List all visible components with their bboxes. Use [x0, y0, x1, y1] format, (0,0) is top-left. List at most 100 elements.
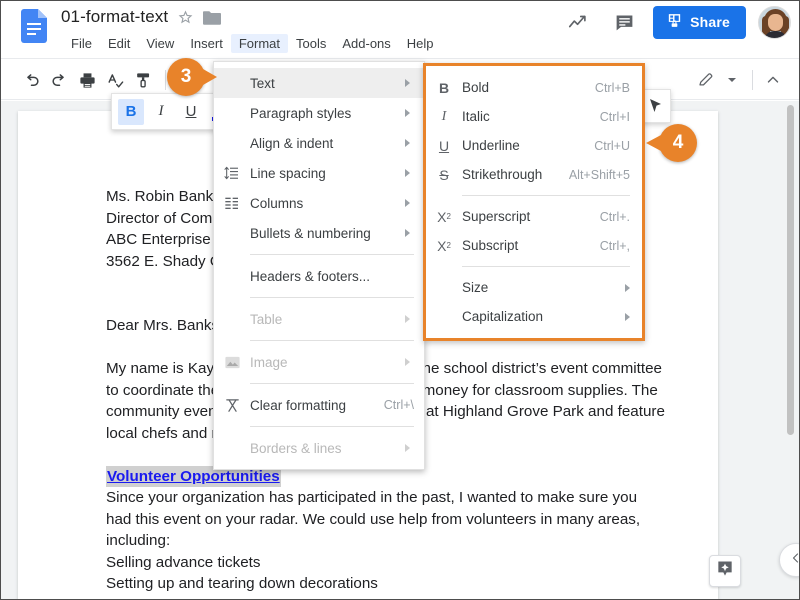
toolbar-divider-2 — [752, 70, 753, 90]
submenu-item-label: Subscript — [462, 238, 519, 253]
chevron-right-icon — [405, 229, 410, 237]
bold-button[interactable]: B — [118, 98, 144, 125]
chevron-right-icon — [405, 169, 410, 177]
submenu-item-label: Size — [462, 280, 489, 295]
submenu-item-capitalization[interactable]: Capitalization — [426, 302, 642, 331]
menu-format[interactable]: Format — [230, 34, 288, 53]
menu-item-label: Line spacing — [250, 165, 326, 181]
chevron-right-icon — [405, 444, 410, 452]
format-dropdown-menu: Text Paragraph styles Align & indent Lin… — [213, 61, 425, 470]
submenu-item-shortcut: Alt+Shift+5 — [568, 167, 630, 182]
menu-add-ons[interactable]: Add-ons — [334, 34, 398, 53]
google-docs-window: 01-format-text File Edit View Insert For… — [0, 0, 800, 600]
folder-icon[interactable] — [203, 10, 222, 25]
submenu-item-italic[interactable]: I Italic Ctrl+I — [426, 102, 642, 131]
menu-item-headers-footers[interactable]: Headers & footers... — [214, 261, 424, 291]
editing-mode-dropdown[interactable] — [720, 68, 744, 92]
submenu-item-label: Italic — [462, 109, 490, 124]
explore-diamond-icon — [715, 559, 735, 584]
menu-edit[interactable]: Edit — [100, 34, 138, 53]
menu-item-label: Paragraph styles — [250, 105, 352, 121]
submenu-item-bold[interactable]: B Bold Ctrl+B — [426, 73, 642, 102]
menu-item-label: Table — [250, 311, 283, 327]
menu-item-label: Columns — [250, 195, 304, 211]
chevron-right-icon — [405, 139, 410, 147]
doc-line: had this event on your radar. We could u… — [106, 510, 641, 528]
menu-item-label: Text — [250, 75, 275, 91]
doc-line: including: — [106, 532, 171, 549]
submenu-item-shortcut: Ctrl+B — [594, 80, 630, 95]
italic-icon: I — [441, 108, 447, 124]
menu-item-image: Image — [214, 347, 424, 377]
underline-icon: U — [438, 137, 450, 154]
submenu-item-label: Capitalization — [462, 309, 544, 324]
menu-divider — [250, 383, 414, 384]
submenu-item-shortcut: Ctrl+I — [599, 109, 630, 124]
paint-format-button[interactable] — [131, 68, 155, 92]
menu-item-text[interactable]: Text — [214, 68, 424, 98]
doc-line: Directing traffic — [106, 595, 696, 600]
submenu-item-superscript[interactable]: X2 Superscript Ctrl+. — [426, 202, 642, 231]
menu-divider — [250, 254, 414, 255]
side-panel-toggle[interactable] — [779, 543, 799, 577]
italic-button[interactable]: I — [148, 99, 174, 125]
image-icon — [214, 354, 250, 371]
submenu-item-label: Superscript — [462, 209, 531, 224]
submenu-item-label: Underline — [462, 138, 520, 153]
toolbar-left-group — [19, 68, 172, 92]
menu-item-align-indent[interactable]: Align & indent — [214, 128, 424, 158]
scrollbar-thumb[interactable] — [787, 105, 794, 435]
chevron-right-icon — [625, 283, 630, 292]
comment-icon[interactable] — [607, 5, 641, 39]
underline-button[interactable]: U — [178, 99, 204, 125]
menu-item-label: Clear formatting — [250, 397, 347, 413]
share-button-label: Share — [690, 14, 730, 30]
header-actions: Share — [561, 5, 791, 39]
menu-item-label: Borders & lines — [250, 440, 342, 456]
callout-number: 4 — [672, 132, 684, 153]
text-submenu: B Bold Ctrl+B I Italic Ctrl+I U Underlin… — [423, 63, 645, 341]
menu-item-line-spacing[interactable]: Line spacing — [214, 158, 424, 188]
submenu-item-label: Strikethrough — [462, 167, 543, 182]
callout-tail — [203, 69, 217, 85]
editing-mode-button[interactable] — [694, 68, 718, 92]
menu-divider — [250, 340, 414, 341]
menu-item-columns[interactable]: Columns — [214, 188, 424, 218]
submenu-divider — [462, 266, 630, 267]
redo-button[interactable] — [47, 68, 71, 92]
menu-divider — [250, 426, 414, 427]
chevron-right-icon — [405, 358, 410, 366]
title-row: 01-format-text — [61, 7, 222, 27]
menu-help[interactable]: Help — [399, 34, 442, 53]
menu-view[interactable]: View — [138, 34, 182, 53]
menu-file[interactable]: File — [63, 34, 100, 53]
menu-tools[interactable]: Tools — [288, 34, 334, 53]
bold-icon: B — [438, 79, 450, 96]
menu-insert[interactable]: Insert — [182, 34, 231, 53]
star-outline-icon[interactable] — [177, 9, 194, 26]
spelling-check-button[interactable] — [103, 68, 127, 92]
submenu-item-size[interactable]: Size — [426, 273, 642, 302]
menu-item-clear-formatting[interactable]: Clear formatting Ctrl+\ — [214, 390, 424, 420]
submenu-item-subscript[interactable]: X2 Subscript Ctrl+, — [426, 231, 642, 260]
avatar[interactable] — [758, 5, 791, 39]
menu-item-paragraph-styles[interactable]: Paragraph styles — [214, 98, 424, 128]
submenu-item-underline[interactable]: U Underline Ctrl+U — [426, 131, 642, 160]
vertical-scrollbar[interactable] — [785, 101, 797, 599]
share-button[interactable]: Share — [653, 5, 746, 39]
cursor-indicator-box — [641, 89, 671, 123]
callout-tail — [646, 135, 661, 151]
hide-menus-button[interactable] — [761, 68, 785, 92]
callout-marker-3: 3 — [167, 58, 217, 96]
google-docs-logo[interactable] — [21, 9, 47, 43]
menu-item-bullets-numbering[interactable]: Bullets & numbering — [214, 218, 424, 248]
doc-line: Selling advance tickets — [106, 553, 261, 571]
explore-button[interactable] — [709, 555, 741, 587]
document-title[interactable]: 01-format-text — [61, 7, 168, 27]
print-button[interactable] — [75, 68, 99, 92]
undo-button[interactable] — [19, 68, 43, 92]
doc-line: Setting up and tearing down decorations — [106, 575, 378, 592]
trending-up-icon[interactable] — [561, 5, 595, 39]
submenu-item-strikethrough[interactable]: S Strikethrough Alt+Shift+5 — [426, 160, 642, 189]
share-lock-icon — [666, 12, 683, 32]
